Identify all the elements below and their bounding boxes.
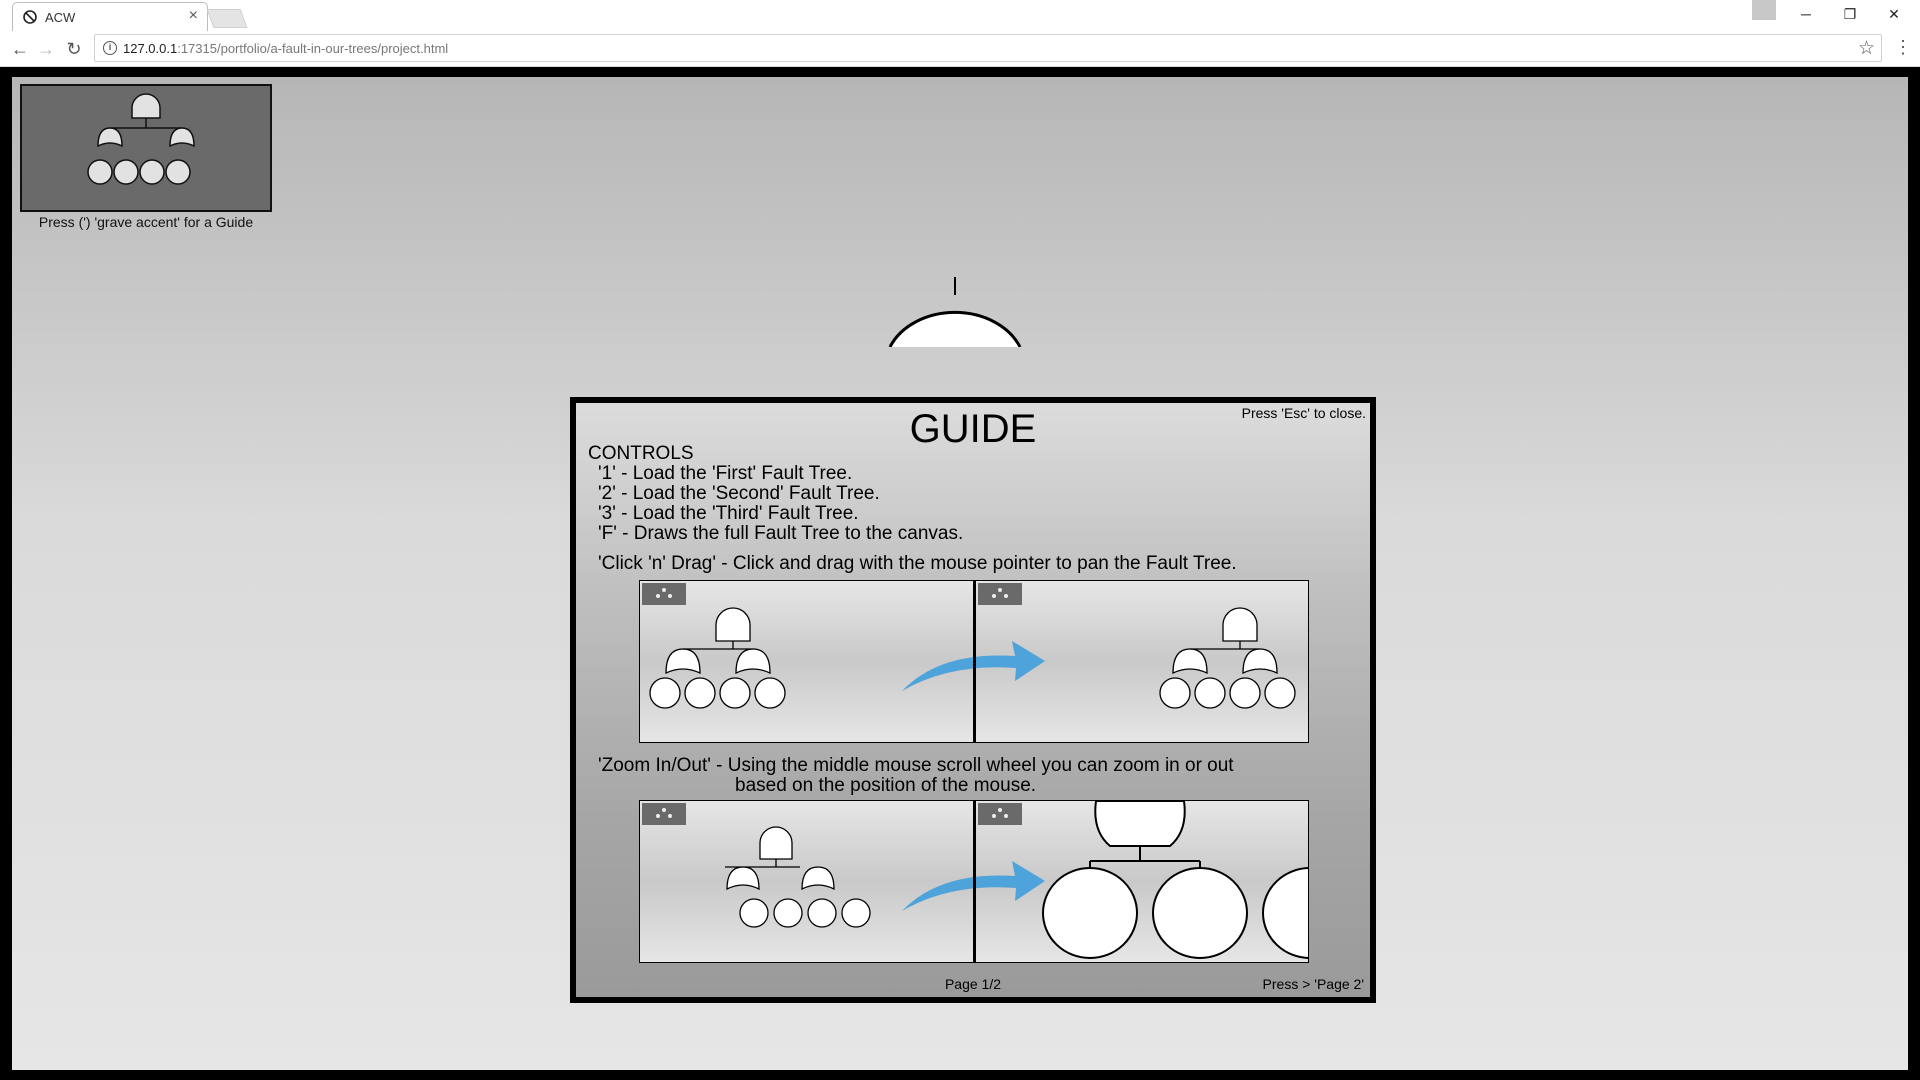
forward-icon[interactable]: →: [34, 37, 58, 61]
fault-tree-canvas[interactable]: Press (') 'grave accent' for a Guide GUI…: [12, 77, 1908, 1070]
zoom-demo-image: [639, 800, 1309, 963]
control-line: '1' - Load the 'First' Fault Tree.: [598, 463, 853, 484]
background-fault-tree-gate: [888, 277, 1022, 347]
control-line: '2' - Load the 'Second' Fault Tree.: [598, 483, 880, 504]
drag-description: 'Click 'n' Drag' - Click and drag with t…: [598, 553, 1237, 574]
profile-icon[interactable]: [1752, 0, 1776, 20]
mini-thumbnail-icon: [642, 583, 686, 605]
unity-logo-icon: [23, 10, 37, 24]
browser-menu-icon[interactable]: ⋮: [1894, 37, 1912, 58]
tab-close-icon[interactable]: ×: [189, 7, 198, 25]
minimize-button[interactable]: ─: [1784, 0, 1828, 28]
page-indicator: Page 1/2: [944, 976, 1002, 992]
browser-toolbar: ← → ↻ i 127.0.0.1:17315/portfolio/a-faul…: [0, 31, 1920, 67]
demo-divider: [973, 581, 976, 742]
url-text[interactable]: 127.0.0.1:17315/portfolio/a-fault-in-our…: [123, 41, 448, 56]
controls-heading: CONTROLS: [588, 443, 694, 464]
guide-hint-caption: Press (') 'grave accent' for a Guide: [38, 214, 254, 230]
reload-icon[interactable]: ↻: [62, 37, 86, 61]
guide-dialog: GUIDE Press 'Esc' to close. CONTROLS '1'…: [570, 397, 1376, 1003]
url-host: 127.0.0.1: [123, 41, 178, 56]
new-tab-button[interactable]: [206, 9, 248, 28]
tab-title: ACW: [45, 10, 76, 25]
site-info-icon[interactable]: i: [103, 41, 117, 55]
restore-button[interactable]: ❐: [1828, 0, 1872, 28]
back-icon[interactable]: ←: [8, 37, 32, 61]
url-path: :17315/portfolio/a-fault-in-our-trees/pr…: [177, 41, 449, 56]
control-line: '3' - Load the 'Third' Fault Tree.: [598, 503, 859, 524]
address-bar[interactable]: i 127.0.0.1:17315/portfolio/a-fault-in-o…: [94, 34, 1882, 62]
guide-thumbnail[interactable]: [20, 84, 272, 212]
esc-close-hint: Press 'Esc' to close.: [1241, 405, 1366, 421]
next-page-hint: Press > 'Page 2': [1262, 976, 1364, 992]
tab-strip: ACW × ─ ❐ ✕: [0, 0, 1920, 31]
pan-demo-image: [639, 580, 1309, 743]
control-line: 'F' - Draws the full Fault Tree to the c…: [598, 523, 964, 544]
zoom-description-cont: based on the position of the mouse.: [735, 775, 1037, 796]
page-viewport: Press (') 'grave accent' for a Guide GUI…: [0, 67, 1920, 1080]
browser-tab[interactable]: ACW ×: [12, 2, 208, 31]
close-window-button[interactable]: ✕: [1872, 0, 1916, 28]
fault-tree-thumbnail-icon: [87, 93, 195, 185]
demo-divider: [973, 801, 976, 962]
zoom-description: 'Zoom In/Out' - Using the middle mouse s…: [598, 755, 1234, 776]
bookmark-star-icon[interactable]: ☆: [1858, 37, 1875, 60]
